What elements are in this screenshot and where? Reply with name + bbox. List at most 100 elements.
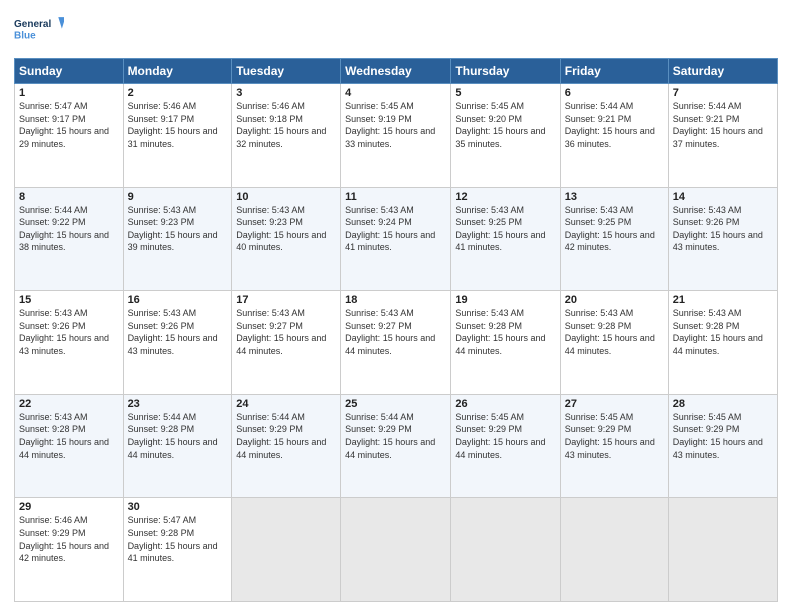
calendar-day-cell: 27 Sunrise: 5:45 AM Sunset: 9:29 PM Dayl…	[560, 394, 668, 498]
calendar-day-cell: 11 Sunrise: 5:43 AM Sunset: 9:24 PM Dayl…	[341, 187, 451, 291]
day-number: 19	[455, 294, 555, 306]
day-number: 22	[19, 398, 119, 410]
page: General Blue SundayMondayTuesdayWednesda…	[0, 0, 792, 612]
day-number: 15	[19, 294, 119, 306]
day-info: Sunrise: 5:43 AM Sunset: 9:27 PM Dayligh…	[236, 307, 336, 357]
calendar-day-cell: 23 Sunrise: 5:44 AM Sunset: 9:28 PM Dayl…	[123, 394, 232, 498]
calendar-day-cell: 9 Sunrise: 5:43 AM Sunset: 9:23 PM Dayli…	[123, 187, 232, 291]
calendar-day-cell: 18 Sunrise: 5:43 AM Sunset: 9:27 PM Dayl…	[341, 291, 451, 395]
day-number: 12	[455, 191, 555, 203]
calendar-header-cell: Monday	[123, 59, 232, 84]
calendar-header-cell: Tuesday	[232, 59, 341, 84]
calendar-day-cell: 22 Sunrise: 5:43 AM Sunset: 9:28 PM Dayl…	[15, 394, 124, 498]
calendar-day-cell: 5 Sunrise: 5:45 AM Sunset: 9:20 PM Dayli…	[451, 84, 560, 188]
logo-svg: General Blue	[14, 10, 64, 50]
svg-text:Blue: Blue	[14, 31, 36, 42]
day-number: 9	[128, 191, 228, 203]
day-info: Sunrise: 5:44 AM Sunset: 9:29 PM Dayligh…	[236, 411, 336, 461]
calendar-table: SundayMondayTuesdayWednesdayThursdayFrid…	[14, 58, 778, 602]
day-info: Sunrise: 5:45 AM Sunset: 9:29 PM Dayligh…	[455, 411, 555, 461]
day-info: Sunrise: 5:46 AM Sunset: 9:17 PM Dayligh…	[128, 100, 228, 150]
day-info: Sunrise: 5:44 AM Sunset: 9:29 PM Dayligh…	[345, 411, 446, 461]
calendar-header-cell: Wednesday	[341, 59, 451, 84]
calendar-day-cell: 13 Sunrise: 5:43 AM Sunset: 9:25 PM Dayl…	[560, 187, 668, 291]
day-number: 8	[19, 191, 119, 203]
day-info: Sunrise: 5:43 AM Sunset: 9:26 PM Dayligh…	[19, 307, 119, 357]
svg-text:General: General	[14, 19, 51, 30]
logo: General Blue	[14, 10, 64, 50]
calendar-day-cell: 30 Sunrise: 5:47 AM Sunset: 9:28 PM Dayl…	[123, 498, 232, 602]
day-number: 14	[673, 191, 773, 203]
day-number: 29	[19, 501, 119, 513]
day-number: 11	[345, 191, 446, 203]
calendar-day-cell	[232, 498, 341, 602]
calendar-week-row: 1 Sunrise: 5:47 AM Sunset: 9:17 PM Dayli…	[15, 84, 778, 188]
day-info: Sunrise: 5:43 AM Sunset: 9:25 PM Dayligh…	[565, 204, 664, 254]
day-number: 13	[565, 191, 664, 203]
day-info: Sunrise: 5:47 AM Sunset: 9:17 PM Dayligh…	[19, 100, 119, 150]
calendar-header-cell: Saturday	[668, 59, 777, 84]
calendar-header-row: SundayMondayTuesdayWednesdayThursdayFrid…	[15, 59, 778, 84]
calendar-day-cell: 21 Sunrise: 5:43 AM Sunset: 9:28 PM Dayl…	[668, 291, 777, 395]
calendar-day-cell: 20 Sunrise: 5:43 AM Sunset: 9:28 PM Dayl…	[560, 291, 668, 395]
day-number: 25	[345, 398, 446, 410]
calendar-day-cell: 1 Sunrise: 5:47 AM Sunset: 9:17 PM Dayli…	[15, 84, 124, 188]
header: General Blue	[14, 10, 778, 50]
calendar-header-cell: Sunday	[15, 59, 124, 84]
day-number: 24	[236, 398, 336, 410]
calendar-day-cell: 29 Sunrise: 5:46 AM Sunset: 9:29 PM Dayl…	[15, 498, 124, 602]
calendar-header-cell: Friday	[560, 59, 668, 84]
day-number: 23	[128, 398, 228, 410]
calendar-day-cell: 12 Sunrise: 5:43 AM Sunset: 9:25 PM Dayl…	[451, 187, 560, 291]
day-number: 26	[455, 398, 555, 410]
calendar-day-cell: 6 Sunrise: 5:44 AM Sunset: 9:21 PM Dayli…	[560, 84, 668, 188]
day-info: Sunrise: 5:46 AM Sunset: 9:29 PM Dayligh…	[19, 514, 119, 564]
calendar-day-cell: 8 Sunrise: 5:44 AM Sunset: 9:22 PM Dayli…	[15, 187, 124, 291]
day-info: Sunrise: 5:44 AM Sunset: 9:21 PM Dayligh…	[673, 100, 773, 150]
day-number: 2	[128, 87, 228, 99]
calendar-day-cell: 28 Sunrise: 5:45 AM Sunset: 9:29 PM Dayl…	[668, 394, 777, 498]
calendar-day-cell: 3 Sunrise: 5:46 AM Sunset: 9:18 PM Dayli…	[232, 84, 341, 188]
calendar-day-cell: 14 Sunrise: 5:43 AM Sunset: 9:26 PM Dayl…	[668, 187, 777, 291]
calendar-day-cell: 15 Sunrise: 5:43 AM Sunset: 9:26 PM Dayl…	[15, 291, 124, 395]
day-info: Sunrise: 5:45 AM Sunset: 9:19 PM Dayligh…	[345, 100, 446, 150]
calendar-day-cell	[451, 498, 560, 602]
day-info: Sunrise: 5:43 AM Sunset: 9:28 PM Dayligh…	[565, 307, 664, 357]
day-info: Sunrise: 5:43 AM Sunset: 9:27 PM Dayligh…	[345, 307, 446, 357]
day-info: Sunrise: 5:43 AM Sunset: 9:23 PM Dayligh…	[236, 204, 336, 254]
calendar-day-cell: 19 Sunrise: 5:43 AM Sunset: 9:28 PM Dayl…	[451, 291, 560, 395]
day-number: 4	[345, 87, 446, 99]
calendar-day-cell: 4 Sunrise: 5:45 AM Sunset: 9:19 PM Dayli…	[341, 84, 451, 188]
calendar-day-cell: 2 Sunrise: 5:46 AM Sunset: 9:17 PM Dayli…	[123, 84, 232, 188]
calendar-day-cell: 16 Sunrise: 5:43 AM Sunset: 9:26 PM Dayl…	[123, 291, 232, 395]
day-info: Sunrise: 5:43 AM Sunset: 9:28 PM Dayligh…	[19, 411, 119, 461]
day-number: 20	[565, 294, 664, 306]
calendar-day-cell: 25 Sunrise: 5:44 AM Sunset: 9:29 PM Dayl…	[341, 394, 451, 498]
day-info: Sunrise: 5:43 AM Sunset: 9:28 PM Dayligh…	[455, 307, 555, 357]
calendar-day-cell: 24 Sunrise: 5:44 AM Sunset: 9:29 PM Dayl…	[232, 394, 341, 498]
calendar-week-row: 8 Sunrise: 5:44 AM Sunset: 9:22 PM Dayli…	[15, 187, 778, 291]
day-number: 3	[236, 87, 336, 99]
day-number: 18	[345, 294, 446, 306]
day-info: Sunrise: 5:44 AM Sunset: 9:21 PM Dayligh…	[565, 100, 664, 150]
calendar-week-row: 29 Sunrise: 5:46 AM Sunset: 9:29 PM Dayl…	[15, 498, 778, 602]
day-info: Sunrise: 5:43 AM Sunset: 9:28 PM Dayligh…	[673, 307, 773, 357]
day-info: Sunrise: 5:43 AM Sunset: 9:26 PM Dayligh…	[128, 307, 228, 357]
day-number: 16	[128, 294, 228, 306]
day-info: Sunrise: 5:43 AM Sunset: 9:25 PM Dayligh…	[455, 204, 555, 254]
calendar-header-cell: Thursday	[451, 59, 560, 84]
day-number: 27	[565, 398, 664, 410]
day-number: 21	[673, 294, 773, 306]
day-info: Sunrise: 5:43 AM Sunset: 9:26 PM Dayligh…	[673, 204, 773, 254]
day-info: Sunrise: 5:45 AM Sunset: 9:29 PM Dayligh…	[673, 411, 773, 461]
calendar-week-row: 22 Sunrise: 5:43 AM Sunset: 9:28 PM Dayl…	[15, 394, 778, 498]
day-info: Sunrise: 5:47 AM Sunset: 9:28 PM Dayligh…	[128, 514, 228, 564]
day-info: Sunrise: 5:45 AM Sunset: 9:29 PM Dayligh…	[565, 411, 664, 461]
calendar-day-cell	[668, 498, 777, 602]
calendar-day-cell	[341, 498, 451, 602]
calendar-day-cell: 10 Sunrise: 5:43 AM Sunset: 9:23 PM Dayl…	[232, 187, 341, 291]
day-number: 28	[673, 398, 773, 410]
calendar-body: 1 Sunrise: 5:47 AM Sunset: 9:17 PM Dayli…	[15, 84, 778, 602]
day-number: 5	[455, 87, 555, 99]
day-info: Sunrise: 5:45 AM Sunset: 9:20 PM Dayligh…	[455, 100, 555, 150]
